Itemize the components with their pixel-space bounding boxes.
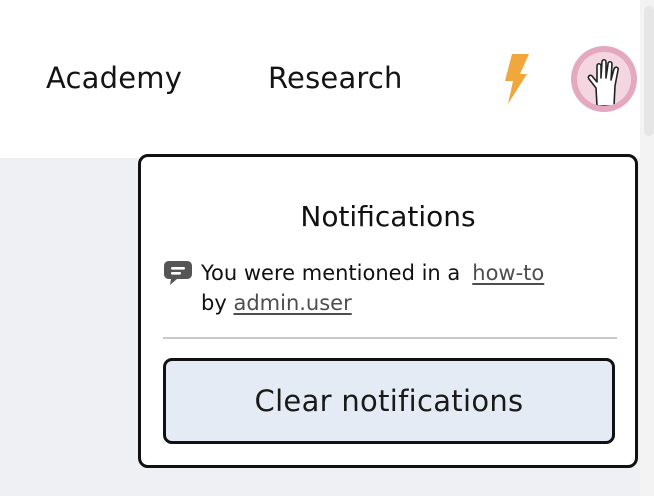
lightning-bolt-icon[interactable] [502, 54, 530, 104]
notification-by-text: by [201, 291, 227, 315]
how-to-link[interactable]: how-to [472, 261, 544, 285]
raised-hand-icon [577, 52, 631, 106]
comment-icon [163, 260, 193, 286]
top-navigation-bar: Academy Research [0, 0, 640, 158]
divider [163, 337, 617, 339]
clear-notifications-button[interactable]: Clear notifications [163, 358, 615, 444]
user-link[interactable]: admin.user [233, 291, 351, 315]
notifications-panel: Notifications You were mentioned in a how… [138, 154, 638, 468]
nav-link-academy[interactable]: Academy [46, 58, 182, 98]
nav-link-research[interactable]: Research [268, 58, 403, 98]
notifications-title: Notifications [300, 200, 476, 233]
scrollbar-thumb[interactable] [644, 6, 654, 136]
user-avatar[interactable] [571, 46, 637, 112]
notification-message: You were mentioned in a how-to by admin.u… [201, 258, 544, 318]
scrollbar[interactable] [640, 0, 654, 496]
notification-text: You were mentioned in a [201, 261, 461, 285]
